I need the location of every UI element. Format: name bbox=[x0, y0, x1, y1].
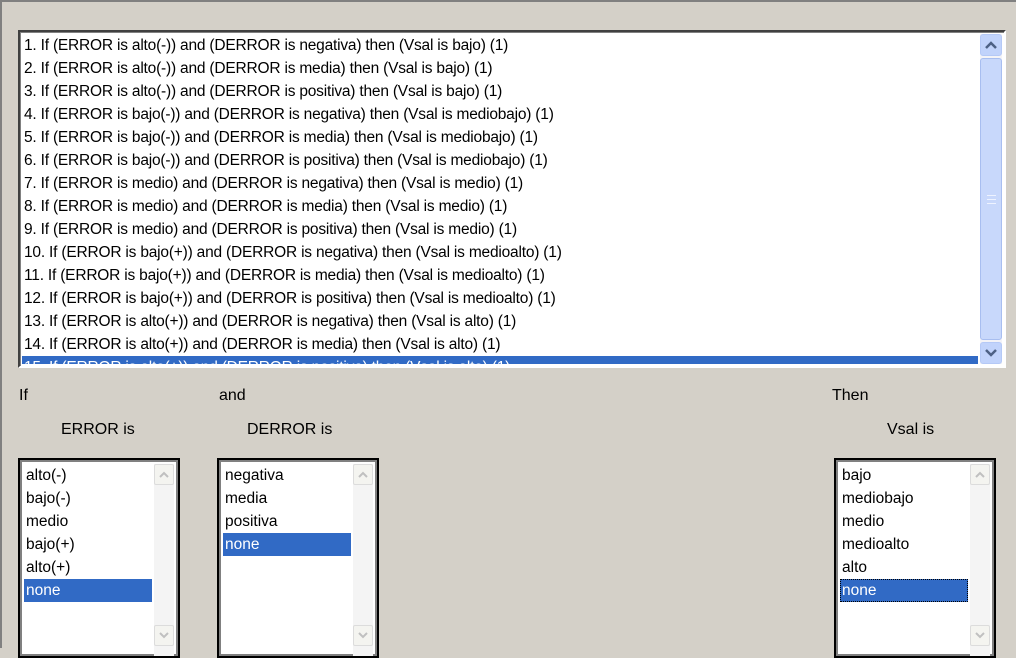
vsal-options: bajo mediobajo medio medioalto alto none bbox=[840, 464, 968, 656]
rule-item[interactable]: 1. If (ERROR is alto(-)) and (DERROR is … bbox=[22, 34, 978, 57]
error-scroll-down-button[interactable] bbox=[154, 625, 174, 646]
error-is-label: ERROR is bbox=[61, 421, 135, 438]
chevron-down-icon bbox=[358, 632, 368, 639]
rule-item[interactable]: 10. If (ERROR is bajo(+)) and (DERROR is… bbox=[22, 241, 978, 264]
rule-item[interactable]: 8. If (ERROR is medio) and (DERROR is me… bbox=[22, 195, 978, 218]
vsal-scroll-down-button[interactable] bbox=[970, 625, 990, 646]
rule-item[interactable]: 2. If (ERROR is alto(-)) and (DERROR is … bbox=[22, 57, 978, 80]
rules-list-items: 1. If (ERROR is alto(-)) and (DERROR is … bbox=[22, 34, 978, 364]
derror-scroll-up-button[interactable] bbox=[353, 464, 373, 485]
vsal-scroll-up-button[interactable] bbox=[970, 464, 990, 485]
derror-scroll-down-button[interactable] bbox=[353, 625, 373, 646]
derror-listbox[interactable]: negativa media positiva none bbox=[217, 458, 379, 658]
scroll-down-button[interactable] bbox=[980, 342, 1002, 364]
chevron-down-icon bbox=[159, 632, 169, 639]
error-option[interactable]: medio bbox=[24, 510, 152, 533]
if-label: If bbox=[19, 387, 28, 404]
error-option[interactable]: bajo(+) bbox=[24, 533, 152, 556]
derror-option[interactable]: media bbox=[223, 487, 351, 510]
rule-item[interactable]: 9. If (ERROR is medio) and (DERROR is po… bbox=[22, 218, 978, 241]
rule-item[interactable]: 12. If (ERROR is bajo(+)) and (DERROR is… bbox=[22, 287, 978, 310]
rule-item[interactable]: 4. If (ERROR is bajo(-)) and (DERROR is … bbox=[22, 103, 978, 126]
derror-is-label: DERROR is bbox=[247, 421, 333, 438]
vsal-option[interactable]: alto bbox=[840, 556, 968, 579]
rule-item[interactable]: 5. If (ERROR is bajo(-)) and (DERROR is … bbox=[22, 126, 978, 149]
then-label: Then bbox=[832, 387, 869, 404]
scroll-up-button[interactable] bbox=[980, 34, 1002, 56]
rules-listbox[interactable]: 1. If (ERROR is alto(-)) and (DERROR is … bbox=[18, 30, 1006, 368]
rule-item[interactable]: 13. If (ERROR is alto(+)) and (DERROR is… bbox=[22, 310, 978, 333]
vsal-option[interactable]: bajo bbox=[840, 464, 968, 487]
vsal-option[interactable]: mediobajo bbox=[840, 487, 968, 510]
vsal-option[interactable]: medioalto bbox=[840, 533, 968, 556]
rule-item[interactable]: 15. If (ERROR is alto(+)) and (DERROR is… bbox=[22, 356, 978, 364]
derror-option[interactable]: negativa bbox=[223, 464, 351, 487]
rule-item[interactable]: 6. If (ERROR is bajo(-)) and (DERROR is … bbox=[22, 149, 978, 172]
and-label: and bbox=[219, 387, 246, 404]
scroll-thumb[interactable] bbox=[980, 58, 1002, 340]
derror-options: negativa media positiva none bbox=[223, 464, 351, 656]
chevron-up-icon bbox=[975, 471, 985, 478]
rules-scrollbar[interactable] bbox=[980, 34, 1002, 364]
vsal-scrollbar[interactable] bbox=[970, 464, 990, 656]
error-scroll-up-button[interactable] bbox=[154, 464, 174, 485]
vsal-listbox[interactable]: bajo mediobajo medio medioalto alto none bbox=[834, 458, 996, 658]
error-scrollbar[interactable] bbox=[154, 464, 174, 656]
chevron-up-icon bbox=[358, 471, 368, 478]
derror-option[interactable]: positiva bbox=[223, 510, 351, 533]
error-option[interactable]: none bbox=[24, 579, 152, 602]
derror-scrollbar[interactable] bbox=[353, 464, 373, 656]
error-option[interactable]: alto(+) bbox=[24, 556, 152, 579]
chevron-down-icon bbox=[985, 349, 997, 357]
rule-item[interactable]: 7. If (ERROR is medio) and (DERROR is ne… bbox=[22, 172, 978, 195]
derror-option[interactable]: none bbox=[223, 533, 351, 556]
error-listbox[interactable]: alto(-) bajo(-) medio bajo(+) alto(+) none bbox=[18, 458, 180, 658]
vsal-option[interactable]: medio bbox=[840, 510, 968, 533]
vsal-is-label: Vsal is bbox=[887, 421, 935, 438]
chevron-down-icon bbox=[975, 632, 985, 639]
error-option[interactable]: bajo(-) bbox=[24, 487, 152, 510]
rule-item[interactable]: 14. If (ERROR is alto(+)) and (DERROR is… bbox=[22, 333, 978, 356]
rule-item[interactable]: 3. If (ERROR is alto(-)) and (DERROR is … bbox=[22, 80, 978, 103]
chevron-up-icon bbox=[159, 471, 169, 478]
error-options: alto(-) bajo(-) medio bajo(+) alto(+) none bbox=[24, 464, 152, 656]
chevron-up-icon bbox=[985, 41, 997, 49]
vsal-option[interactable]: none bbox=[840, 579, 968, 602]
grip-icon bbox=[986, 194, 996, 204]
rule-item[interactable]: 11. If (ERROR is bajo(+)) and (DERROR is… bbox=[22, 264, 978, 287]
error-option[interactable]: alto(-) bbox=[24, 464, 152, 487]
